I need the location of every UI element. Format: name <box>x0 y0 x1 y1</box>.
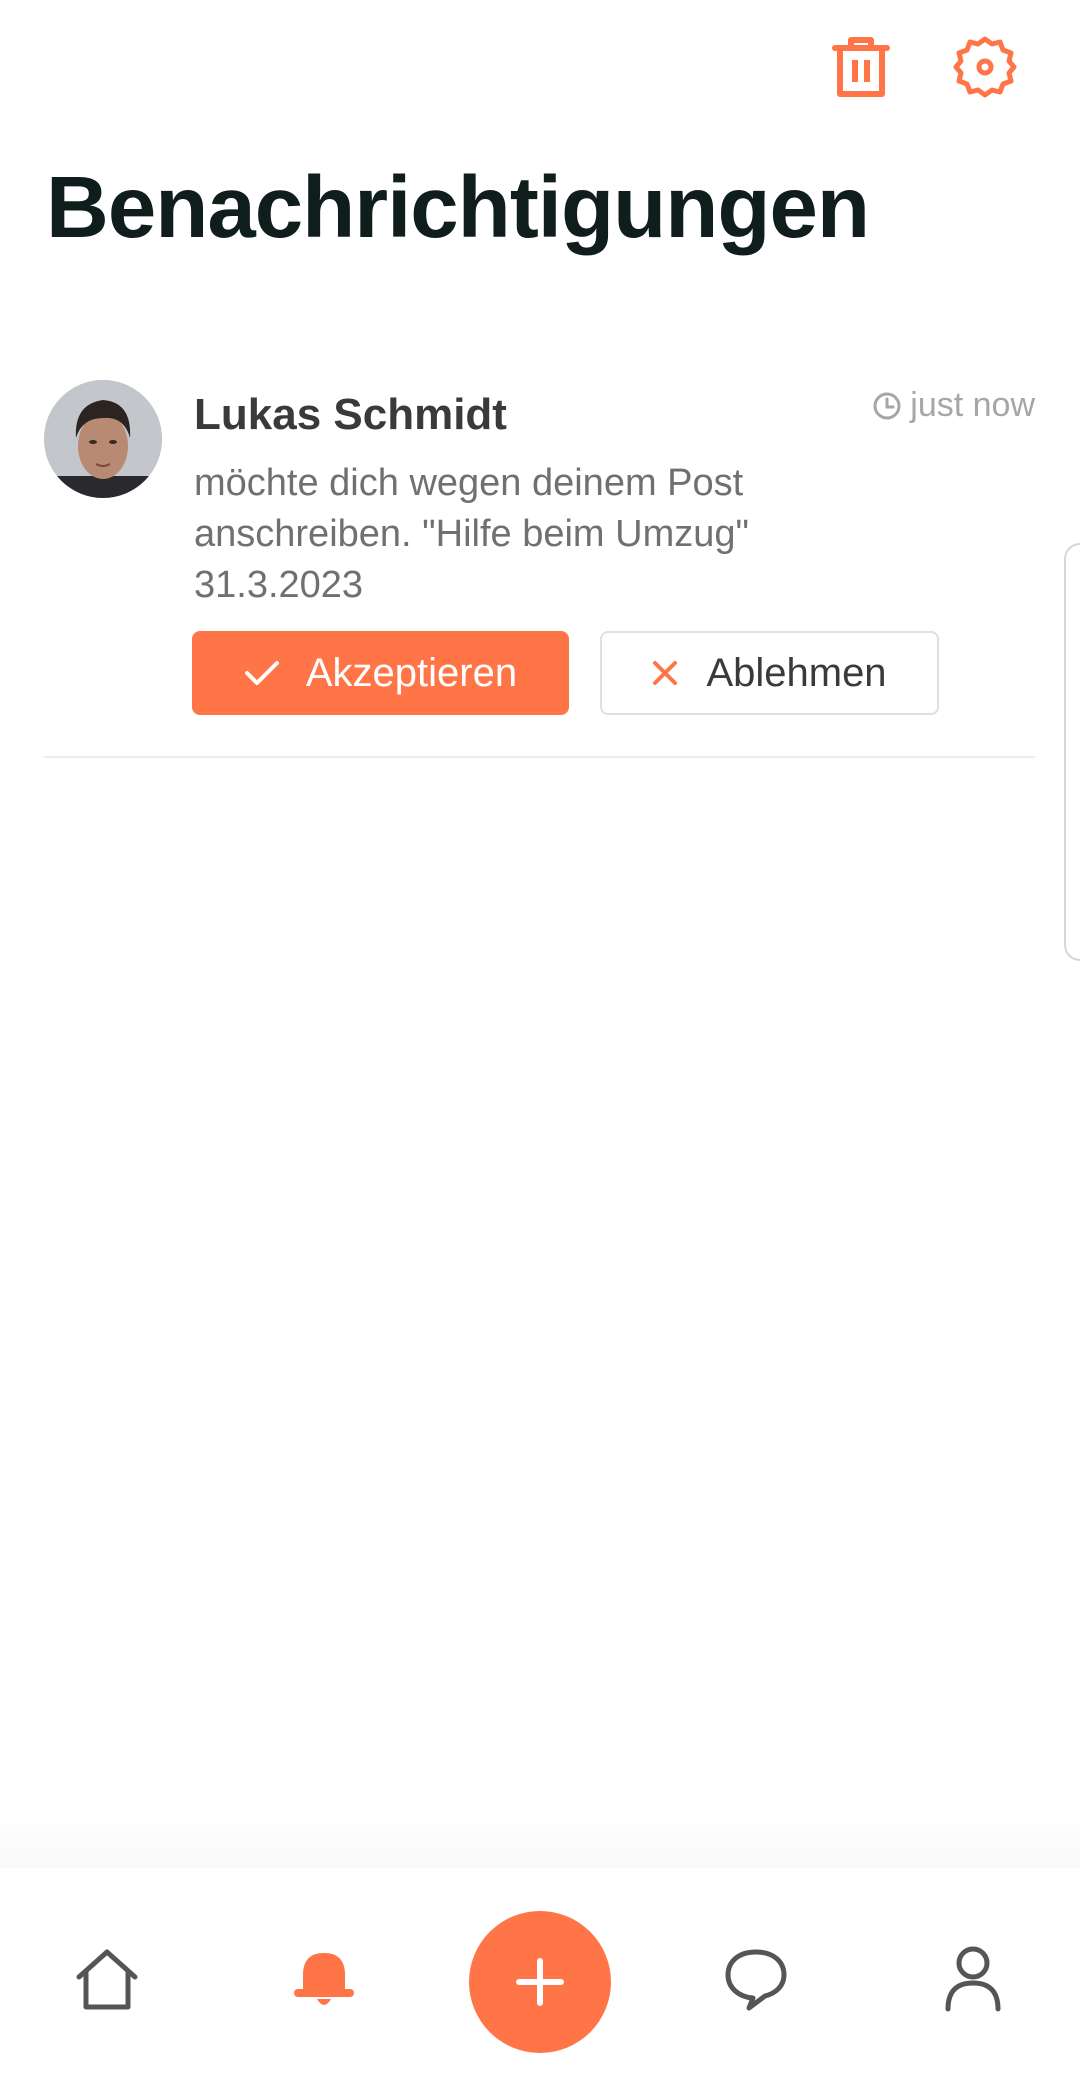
nav-notifications[interactable] <box>264 1868 384 2098</box>
check-icon <box>244 661 279 685</box>
notification-message: möchte dich wegen deinem Post anschreibe… <box>194 458 914 611</box>
trash-icon <box>832 37 890 97</box>
page-title: Benachrichtigungen <box>46 159 870 256</box>
create-post-button[interactable] <box>469 1911 611 2053</box>
clock-icon <box>873 392 901 419</box>
gear-icon <box>953 36 1017 98</box>
decline-label: Ablehmen <box>706 650 887 695</box>
message-line: möchte dich wegen deinem Post <box>194 462 744 504</box>
home-icon <box>76 1949 138 2010</box>
plus-icon <box>516 1958 564 2006</box>
chat-icon <box>725 1949 787 2011</box>
nav-home[interactable] <box>47 1868 167 2098</box>
nav-profile[interactable] <box>913 1868 1033 2098</box>
notifications-screen: Benachrichtigungen Lukas Schmidt just no… <box>0 0 1080 2098</box>
top-actions <box>828 32 1018 102</box>
close-icon <box>653 661 678 685</box>
avatar-photo <box>44 380 162 498</box>
nav-shadow <box>0 1810 1080 1870</box>
decline-button[interactable]: Ablehmen <box>600 631 939 715</box>
accept-label: Akzeptieren <box>305 650 518 695</box>
time-label: just now <box>910 386 1035 424</box>
bell-icon <box>294 1953 354 2005</box>
message-date: 31.3.2023 <box>194 564 364 606</box>
delete-all-button[interactable] <box>828 32 894 102</box>
notification-item[interactable]: Lukas Schmidt just now möchte dich wegen… <box>44 380 1035 758</box>
avatar[interactable] <box>44 380 162 498</box>
user-icon <box>945 1946 1001 2012</box>
message-line: anschreiben. "Hilfe beim Umzug" <box>194 513 749 555</box>
bottom-navigation <box>0 1868 1080 2098</box>
nav-messages[interactable] <box>696 1868 816 2098</box>
settings-button[interactable] <box>952 32 1018 102</box>
accept-button[interactable]: Akzeptieren <box>192 631 569 715</box>
side-panel-handle[interactable] <box>1064 543 1080 961</box>
notification-sender-name: Lukas Schmidt <box>194 390 507 439</box>
notification-time: just now <box>872 386 1035 425</box>
